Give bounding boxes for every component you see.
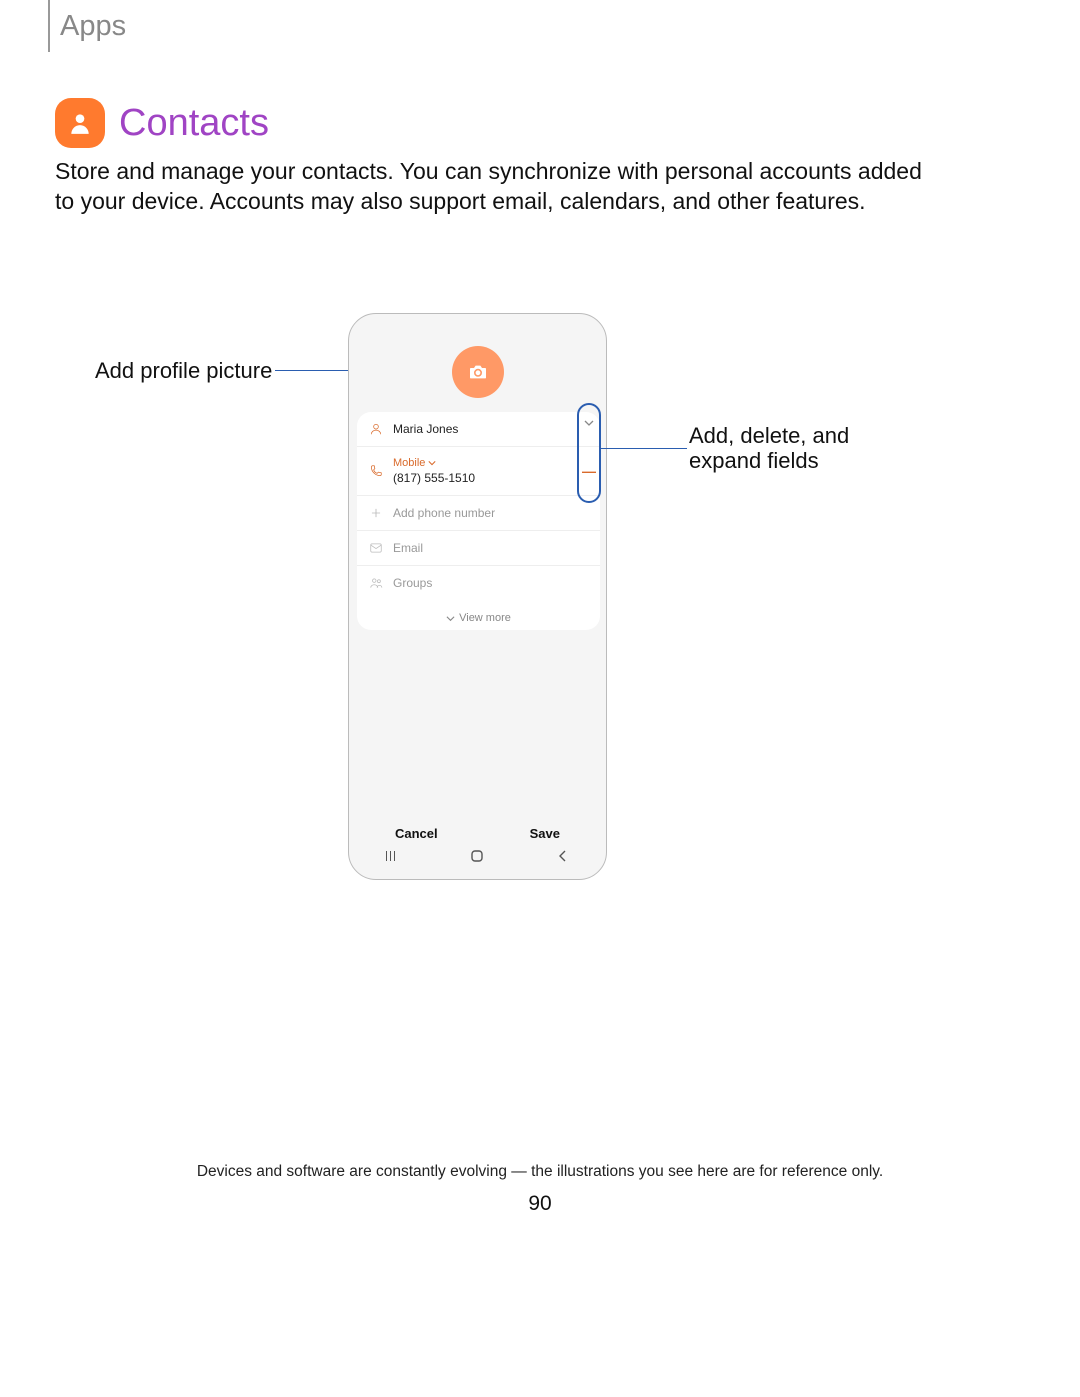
- mail-icon: [369, 541, 383, 555]
- camera-icon: [468, 364, 488, 380]
- page-number: 90: [0, 1192, 1080, 1216]
- chevron-down-icon: [428, 459, 436, 467]
- view-more-button[interactable]: View more: [357, 600, 600, 630]
- add-phone-number-row[interactable]: Add phone number: [357, 496, 600, 531]
- chevron-down-icon: [446, 614, 455, 623]
- back-nav-icon[interactable]: [555, 848, 571, 869]
- section-header-text: Apps: [60, 10, 126, 43]
- expand-field-icon[interactable]: [584, 415, 594, 433]
- cancel-button[interactable]: Cancel: [395, 826, 438, 841]
- view-more-label: View more: [459, 612, 511, 624]
- plus-icon: [369, 506, 383, 520]
- phone-number-value: (817) 555-1510: [393, 471, 588, 485]
- contact-form-card: Maria Jones Mobile (817) 555-1510: [357, 412, 600, 630]
- callout-add-profile-picture: Add profile picture: [95, 358, 272, 384]
- section-header: Apps: [48, 0, 126, 52]
- save-button[interactable]: Save: [530, 826, 560, 841]
- recents-nav-icon[interactable]: [384, 848, 400, 869]
- add-profile-picture-button[interactable]: [452, 346, 504, 398]
- name-field-row[interactable]: Maria Jones: [357, 412, 600, 447]
- callout-text-line2: expand fields: [689, 448, 819, 473]
- page-title: Contacts: [119, 102, 269, 145]
- intro-paragraph: Store and manage your contacts. You can …: [55, 157, 935, 217]
- person-icon: [369, 422, 383, 436]
- callout-line: [601, 448, 687, 449]
- name-field-value: Maria Jones: [393, 422, 588, 436]
- footer-caption: Devices and software are constantly evol…: [0, 1163, 1080, 1181]
- home-nav-icon[interactable]: [469, 848, 485, 869]
- email-label: Email: [393, 541, 588, 555]
- figure: Add profile picture Maria Jones Mobile: [55, 310, 945, 890]
- phone-field-row[interactable]: Mobile (817) 555-1510: [357, 447, 600, 496]
- groups-label: Groups: [393, 576, 588, 590]
- fields-highlight-box: —: [577, 403, 601, 503]
- phone-type-selector[interactable]: Mobile: [393, 457, 588, 469]
- groups-icon: [369, 576, 383, 590]
- add-phone-label: Add phone number: [393, 506, 588, 520]
- title-row: Contacts: [55, 98, 269, 148]
- delete-field-icon[interactable]: —: [582, 463, 596, 479]
- phone-icon: [369, 464, 383, 478]
- groups-field-row[interactable]: Groups: [357, 566, 600, 600]
- form-action-row: Cancel Save: [349, 826, 606, 841]
- contacts-app-icon: [55, 98, 105, 148]
- email-field-row[interactable]: Email: [357, 531, 600, 566]
- phone-mockup: Maria Jones Mobile (817) 555-1510: [348, 313, 607, 880]
- android-nav-bar: [349, 848, 606, 869]
- phone-type-label: Mobile: [393, 457, 425, 469]
- callout-add-delete-expand: Add, delete, and expand fields: [689, 423, 849, 474]
- callout-text-line1: Add, delete, and: [689, 423, 849, 448]
